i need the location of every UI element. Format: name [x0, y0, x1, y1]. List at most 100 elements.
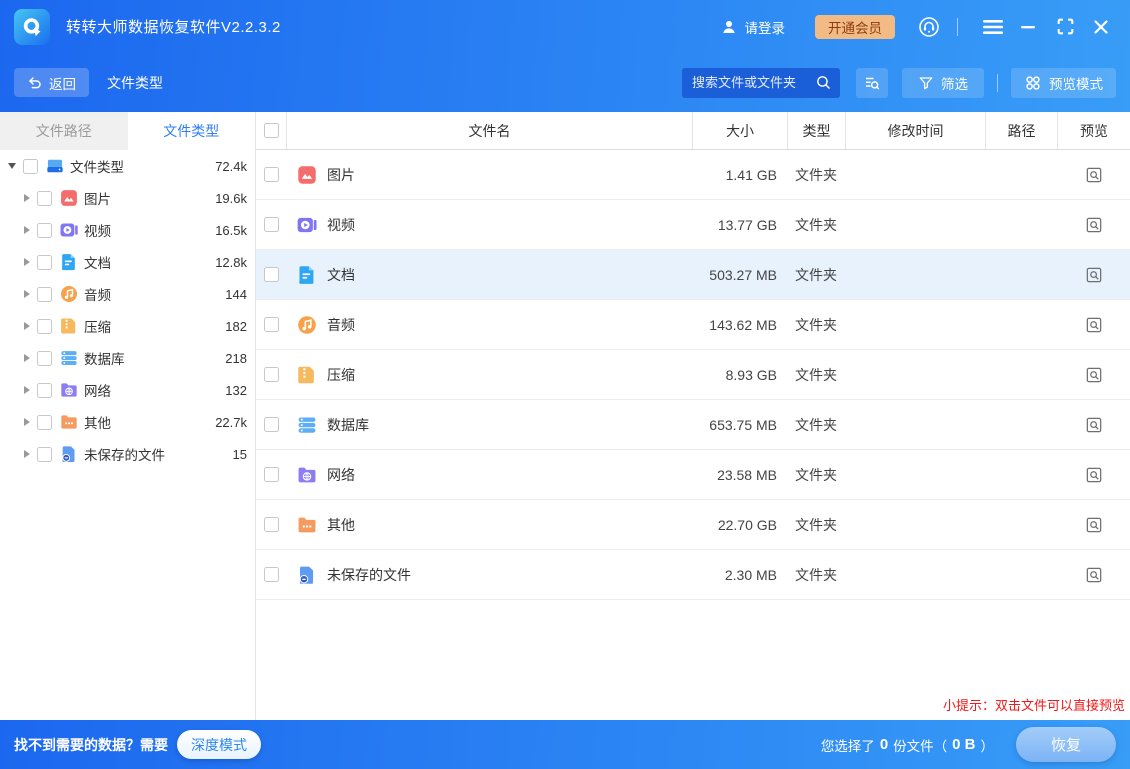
caret-right-icon[interactable] [24, 194, 30, 202]
filter-button[interactable]: 筛选 [902, 68, 984, 98]
checkbox[interactable] [37, 415, 52, 430]
caret-right-icon[interactable] [24, 418, 30, 426]
checkbox[interactable] [37, 383, 52, 398]
customer-service-icon[interactable] [917, 15, 941, 39]
row-checkbox[interactable] [264, 467, 279, 482]
deep-mode-prompt: 找不到需要的数据？需要 [14, 735, 168, 755]
column-header-filename[interactable]: 文件名 [286, 112, 692, 149]
video-icon [296, 214, 318, 236]
tree-item[interactable]: 其他 22.7k [0, 406, 255, 438]
titlebar-divider [957, 18, 958, 36]
checkbox[interactable] [37, 287, 52, 302]
tree-item-count: 182 [225, 319, 247, 334]
zip-icon [296, 364, 318, 386]
table-row[interactable]: 文档 503.27 MB 文件夹 [256, 250, 1130, 300]
minimize-button[interactable] [1014, 13, 1044, 41]
doc-icon [59, 252, 79, 272]
table-row[interactable]: 网络 23.58 MB 文件夹 [256, 450, 1130, 500]
table-row[interactable]: 其他 22.70 GB 文件夹 [256, 500, 1130, 550]
column-header-size[interactable]: 大小 [692, 112, 787, 149]
table-row[interactable]: 压缩 8.93 GB 文件夹 [256, 350, 1130, 400]
deep-mode-button[interactable]: 深度模式 [177, 730, 261, 759]
table-row[interactable]: 图片 1.41 GB 文件夹 [256, 150, 1130, 200]
row-checkbox[interactable] [264, 367, 279, 382]
preview-button[interactable] [1084, 465, 1104, 485]
column-header-path[interactable]: 路径 [985, 112, 1057, 149]
tree-item[interactable]: 未保存的文件 15 [0, 438, 255, 470]
tree-item[interactable]: 文档 12.8k [0, 246, 255, 278]
other-icon [59, 412, 79, 432]
column-header-preview[interactable]: 预览 [1057, 112, 1130, 149]
zip-icon [59, 316, 79, 336]
caret-down-icon[interactable] [8, 163, 16, 169]
search-results-button[interactable] [856, 68, 888, 98]
row-checkbox[interactable] [264, 267, 279, 282]
preview-button[interactable] [1084, 365, 1104, 385]
preview-button[interactable] [1084, 315, 1104, 335]
user-icon [720, 18, 738, 36]
preview-button[interactable] [1084, 415, 1104, 435]
tree-item[interactable]: 数据库 218 [0, 342, 255, 374]
selected-size: 0 B [952, 736, 975, 753]
vip-button[interactable]: 开通会员 [815, 15, 895, 39]
table-row[interactable]: 音频 143.62 MB 文件夹 [256, 300, 1130, 350]
close-button[interactable] [1086, 13, 1116, 41]
checkbox[interactable] [37, 319, 52, 334]
tree-item[interactable]: 视频 16.5k [0, 214, 255, 246]
select-all-checkbox[interactable] [264, 123, 279, 138]
unsaved-icon [296, 564, 318, 586]
column-header-mtime[interactable]: 修改时间 [845, 112, 985, 149]
table-header: 文件名 大小 类型 修改时间 路径 预览 [256, 112, 1130, 150]
row-checkbox[interactable] [264, 567, 279, 582]
row-checkbox[interactable] [264, 517, 279, 532]
checkbox[interactable] [23, 159, 38, 174]
preview-button[interactable] [1084, 215, 1104, 235]
checkbox[interactable] [37, 255, 52, 270]
table-row[interactable]: 数据库 653.75 MB 文件夹 [256, 400, 1130, 450]
preview-button[interactable] [1084, 565, 1104, 585]
file-size: 22.70 GB [692, 517, 787, 533]
table-row[interactable]: 未保存的文件 2.30 MB 文件夹 [256, 550, 1130, 600]
caret-right-icon[interactable] [24, 322, 30, 330]
preview-button[interactable] [1084, 265, 1104, 285]
tree-item[interactable]: 音频 144 [0, 278, 255, 310]
search-icon[interactable] [815, 74, 832, 96]
preview-mode-button[interactable]: 预览模式 [1011, 68, 1116, 98]
tree-item-label: 其他 [84, 412, 111, 432]
caret-right-icon[interactable] [24, 354, 30, 362]
menu-button[interactable] [978, 13, 1008, 41]
file-type: 文件夹 [787, 265, 845, 285]
tab-file-path[interactable]: 文件路径 [0, 112, 128, 150]
file-name: 图片 [327, 165, 355, 185]
tree-item[interactable]: 图片 19.6k [0, 182, 255, 214]
tree-item[interactable]: 文件类型 72.4k [0, 150, 255, 182]
preview-button[interactable] [1084, 515, 1104, 535]
recover-button[interactable]: 恢复 [1016, 727, 1116, 762]
tree-item[interactable]: 网络 132 [0, 374, 255, 406]
tree-item[interactable]: 压缩 182 [0, 310, 255, 342]
login-button[interactable]: 请登录 [720, 17, 786, 37]
caret-right-icon[interactable] [24, 290, 30, 298]
filter-label: 筛选 [941, 73, 968, 93]
maximize-button[interactable] [1050, 13, 1080, 41]
tab-file-type[interactable]: 文件类型 [128, 112, 256, 150]
caret-right-icon[interactable] [24, 450, 30, 458]
tree-item-label: 未保存的文件 [84, 444, 165, 464]
preview-button[interactable] [1084, 165, 1104, 185]
toolbar: 返回 文件类型 [0, 53, 1130, 112]
checkbox[interactable] [37, 447, 52, 462]
row-checkbox[interactable] [264, 417, 279, 432]
row-checkbox[interactable] [264, 217, 279, 232]
back-button[interactable]: 返回 [14, 68, 89, 97]
table-row[interactable]: 视频 13.77 GB 文件夹 [256, 200, 1130, 250]
row-checkbox[interactable] [264, 317, 279, 332]
checkbox[interactable] [37, 223, 52, 238]
caret-right-icon[interactable] [24, 386, 30, 394]
tree-item-label: 音频 [84, 284, 111, 304]
checkbox[interactable] [37, 351, 52, 366]
checkbox[interactable] [37, 191, 52, 206]
caret-right-icon[interactable] [24, 226, 30, 234]
row-checkbox[interactable] [264, 167, 279, 182]
column-header-type[interactable]: 类型 [787, 112, 845, 149]
caret-right-icon[interactable] [24, 258, 30, 266]
